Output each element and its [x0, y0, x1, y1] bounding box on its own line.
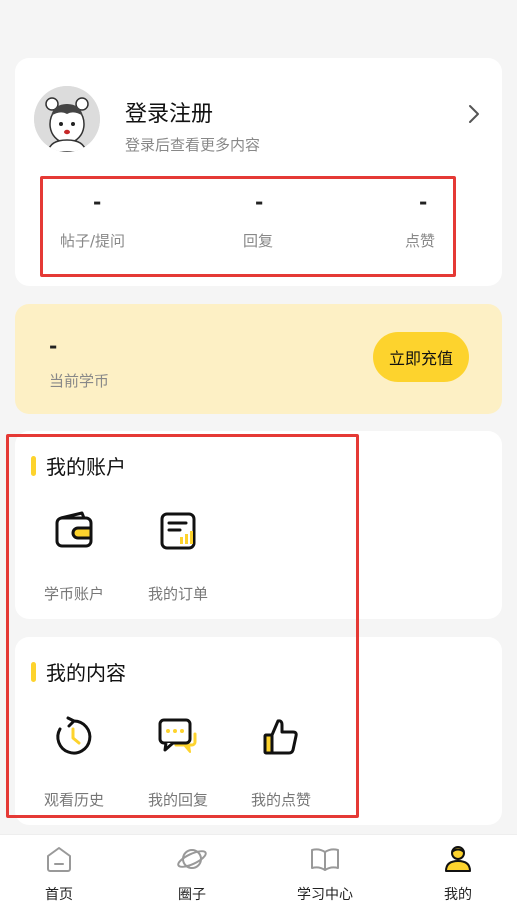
- bottom-tab-bar: 首页 圈子 学习中心 我的: [0, 834, 517, 901]
- coin-account-label: 学币账户: [43, 585, 104, 603]
- order-icon: [160, 512, 196, 550]
- my-orders-label: 我的订单: [147, 585, 208, 603]
- chevron-right-icon[interactable]: [468, 104, 480, 124]
- my-replies-label: 我的回复: [147, 791, 208, 809]
- history-icon: [56, 716, 92, 755]
- my-likes-label: 我的点赞: [250, 791, 311, 809]
- stat-replies[interactable]: - 回复: [243, 190, 363, 251]
- my-orders-item[interactable]: 我的订单: [133, 509, 223, 604]
- my-likes-item[interactable]: 我的点赞: [236, 715, 326, 810]
- stat-replies-label: 回复: [243, 232, 274, 250]
- tab-circle-label: 圈子: [178, 887, 206, 901]
- stat-posts[interactable]: - 帖子/提问: [60, 190, 180, 251]
- watch-history-label: 观看历史: [43, 791, 104, 809]
- profile-icon: [445, 846, 471, 872]
- my-account-header: 我的账户: [31, 451, 126, 480]
- my-content-section: 我的内容 观看历史 我的回复 我的点赞: [15, 637, 502, 825]
- coin-card: - 当前学币 立即充值: [15, 304, 502, 414]
- my-account-title: 我的账户: [46, 455, 126, 479]
- planet-icon: [177, 849, 207, 869]
- my-replies-item[interactable]: 我的回复: [133, 715, 223, 810]
- stat-posts-value: -: [93, 190, 102, 214]
- reply-icon: [158, 718, 197, 753]
- coin-account-item[interactable]: 学币账户: [29, 509, 119, 604]
- section-accent-bar: [31, 661, 36, 682]
- book-icon: [311, 848, 339, 871]
- tab-mine-label: 我的: [444, 887, 472, 901]
- stat-posts-label: 帖子/提问: [60, 232, 126, 250]
- coin-balance-label: 当前学币: [49, 372, 110, 390]
- home-icon: [47, 847, 71, 872]
- tab-study-center[interactable]: 学习中心: [275, 843, 375, 901]
- section-accent-bar: [31, 455, 36, 476]
- my-content-title: 我的内容: [46, 661, 126, 685]
- profile-card: 登录注册 登录后查看更多内容 - 帖子/提问 - 回复 - 点赞: [15, 58, 502, 286]
- my-content-header: 我的内容: [31, 657, 126, 686]
- thumbs-up-icon: [263, 719, 298, 755]
- avatar[interactable]: [34, 86, 100, 152]
- stat-replies-value: -: [255, 190, 264, 214]
- watch-history-item[interactable]: 观看历史: [29, 715, 119, 810]
- login-hint: 登录后查看更多内容: [125, 136, 261, 154]
- tab-circle[interactable]: 圈子: [142, 843, 242, 901]
- stat-likes-value: -: [419, 190, 428, 214]
- tab-mine[interactable]: 我的: [408, 843, 508, 901]
- tab-home-label: 首页: [45, 887, 73, 901]
- stat-likes-label: 点赞: [405, 232, 436, 250]
- tab-study-center-label: 学习中心: [297, 887, 353, 901]
- my-account-section: 我的账户 学币账户 我的订单: [15, 431, 502, 619]
- recharge-button[interactable]: 立即充值: [373, 332, 469, 382]
- wallet-icon: [55, 511, 93, 548]
- tab-home[interactable]: 首页: [9, 843, 109, 901]
- login-register-title[interactable]: 登录注册: [125, 96, 213, 128]
- coin-balance-value: -: [49, 334, 58, 358]
- stat-likes[interactable]: - 点赞: [405, 190, 517, 251]
